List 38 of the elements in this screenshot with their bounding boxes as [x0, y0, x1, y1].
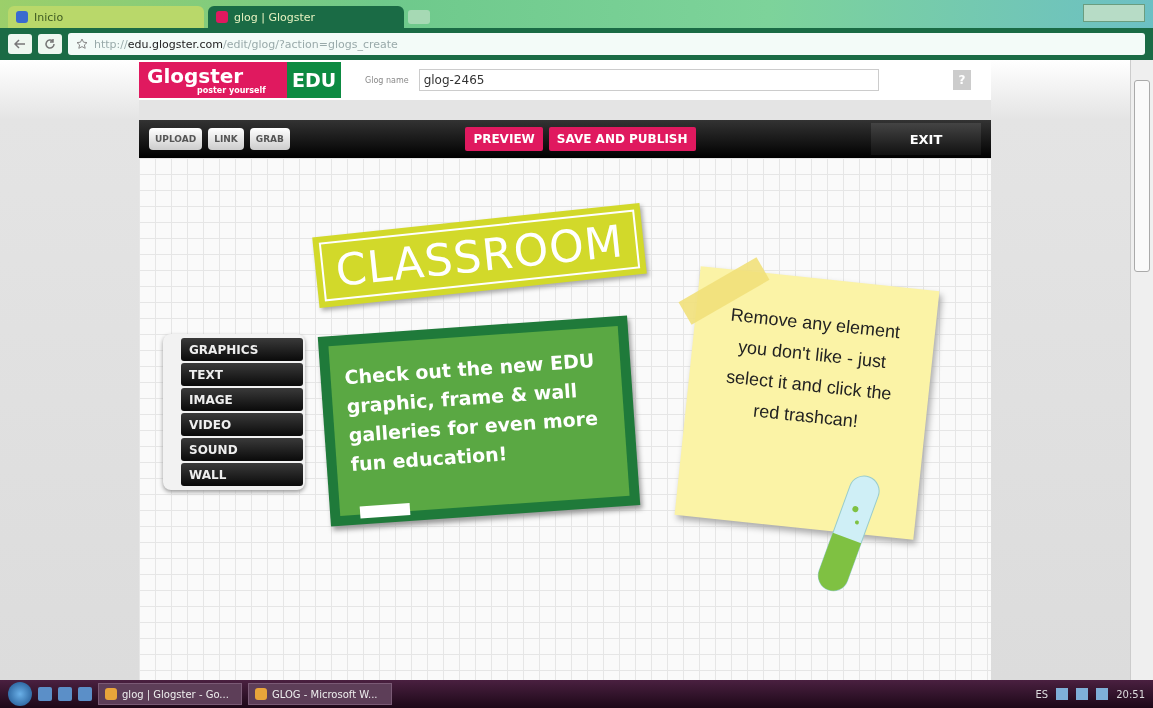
back-button[interactable]: [8, 34, 32, 54]
tray-icon[interactable]: [1076, 688, 1089, 700]
tool-menu-item[interactable]: IMAGE: [181, 388, 303, 411]
taskbar-button[interactable]: glog | Glogster - Go...: [98, 683, 242, 705]
edu-badge: EDU: [287, 62, 341, 98]
address-bar[interactable]: http://edu.glogster.com/edit/glog/?action=glogs_create: [68, 33, 1145, 55]
sticky-note[interactable]: Remove any element you don't like - just select it and click the red trashcan!: [674, 266, 940, 540]
chalk-drawing: [359, 503, 411, 519]
window-controls[interactable]: [1083, 4, 1145, 22]
back-arrow-icon: [14, 39, 26, 49]
glog-name-label: Glog name: [365, 75, 409, 85]
language-indicator[interactable]: ES: [1035, 688, 1049, 700]
toolbar-button[interactable]: PREVIEW: [465, 127, 543, 151]
glogster-logo: Glogster poster yourself: [139, 62, 287, 98]
favicon-icon: [16, 11, 28, 23]
toolbar-button[interactable]: LINK: [208, 128, 244, 150]
browser-tab[interactable]: glog | Glogster: [208, 6, 404, 28]
tool-menu-item[interactable]: WALL: [181, 463, 303, 486]
tool-menu-item[interactable]: SOUND: [181, 438, 303, 461]
toolbar-button[interactable]: GRAB: [249, 128, 290, 150]
scrollbar[interactable]: [1130, 60, 1153, 680]
glog-name-field[interactable]: glog-2465: [418, 69, 879, 91]
reload-button[interactable]: [38, 34, 62, 54]
clock[interactable]: 20:51: [1116, 688, 1145, 700]
tool-menu-item[interactable]: VIDEO: [181, 413, 303, 436]
start-button[interactable]: [8, 682, 32, 706]
toolbar-button[interactable]: SAVE AND PUBLISH: [548, 127, 696, 151]
toolbar-button[interactable]: UPLOAD: [149, 128, 203, 150]
browser-tab[interactable]: Inicio: [8, 6, 204, 28]
tray-icon[interactable]: [1056, 688, 1069, 700]
taskbar-button[interactable]: GLOG - Microsoft W...: [248, 683, 392, 705]
toolbar-button[interactable]: EXIT: [871, 123, 981, 155]
star-icon: [76, 38, 88, 50]
tool-menu-item[interactable]: TEXT: [181, 363, 303, 386]
reload-icon: [44, 38, 56, 50]
favicon-icon: [216, 11, 228, 23]
tray-icon[interactable]: [1096, 688, 1109, 700]
tool-menu-item[interactable]: GRAPHICS: [181, 338, 303, 361]
